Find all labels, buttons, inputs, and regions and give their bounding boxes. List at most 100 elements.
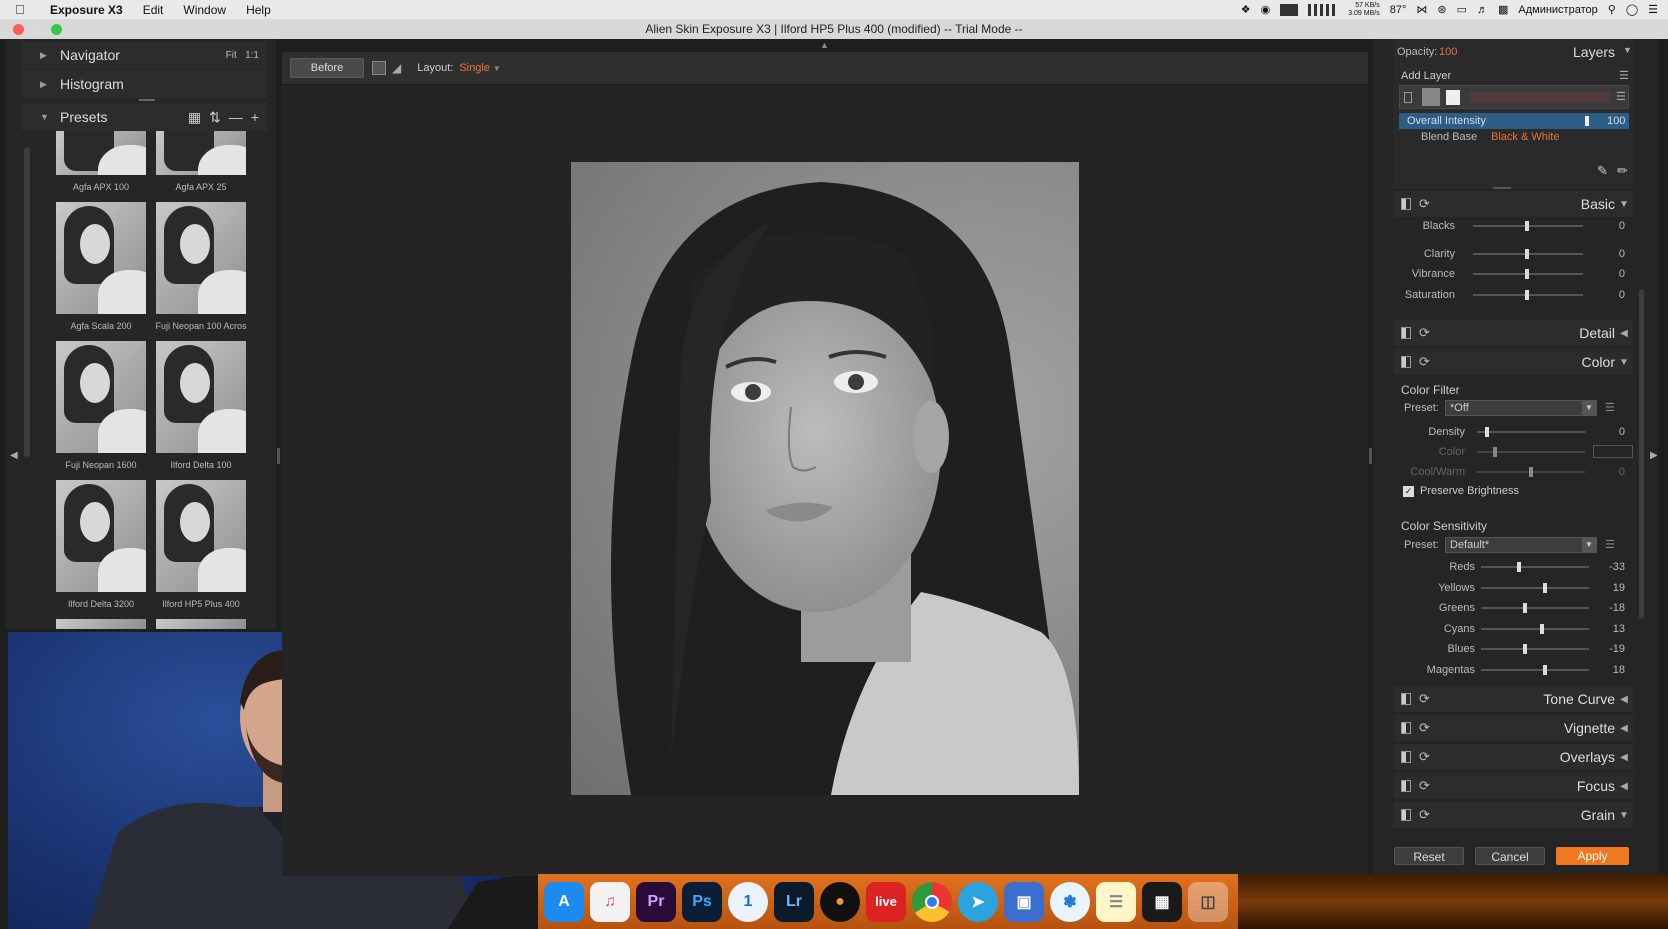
blues-slider[interactable]: Blues -19 — [1393, 640, 1633, 658]
preset-thumb-agfa-apx-100[interactable] — [56, 131, 146, 175]
chevron-left-icon[interactable]: ◀ — [1615, 694, 1633, 705]
color-sensitivity-preset-dropdown[interactable]: Default* ▼ — [1445, 537, 1597, 553]
preset-thumb-ilford-hp5-plus-400[interactable] — [156, 480, 246, 592]
fit-label[interactable]: Fit — [226, 50, 237, 61]
airplay-icon[interactable]: ▭ — [1457, 3, 1467, 16]
opacity-value[interactable]: 100 — [1439, 46, 1457, 58]
layers-label[interactable]: Layers — [1573, 44, 1615, 60]
slider-value[interactable]: -19 — [1609, 643, 1625, 655]
layer-name[interactable] — [1470, 92, 1610, 102]
density-slider[interactable]: Density 0 — [1393, 423, 1633, 441]
tone-curve-section-header[interactable]: ⟳ Tone Curve ◀ — [1393, 686, 1633, 712]
fit-zoom[interactable]: Fit 1:1 — [226, 50, 267, 61]
slider-knob[interactable] — [1523, 603, 1527, 613]
color-slider[interactable]: Color — [1393, 443, 1633, 461]
slider-knob[interactable] — [1543, 583, 1547, 593]
one-to-one-label[interactable]: 1:1 — [245, 50, 259, 61]
reset-section-icon[interactable]: ⟳ — [1419, 720, 1430, 736]
chevron-left-icon[interactable]: ◀ — [1615, 752, 1633, 763]
preset-thumb-ilford-delta-100[interactable] — [156, 341, 246, 453]
magentas-slider[interactable]: Magentas 18 — [1393, 661, 1633, 679]
slider-value[interactable]: 19 — [1613, 582, 1625, 594]
preset-thumb-partial[interactable] — [156, 619, 246, 629]
bluetooth-icon[interactable]: ⋈ — [1416, 3, 1427, 16]
slider-value[interactable]: 0 — [1619, 289, 1625, 301]
slider-knob[interactable] — [1540, 624, 1544, 634]
apply-button[interactable]: Apply — [1556, 847, 1629, 865]
reset-section-icon[interactable]: ⟳ — [1419, 354, 1430, 370]
preset-thumb-ilford-delta-3200[interactable] — [56, 480, 146, 592]
greens-slider[interactable]: Greens -18 — [1393, 599, 1633, 617]
notes-icon[interactable]: ☰ — [1096, 881, 1136, 922]
reset-section-icon[interactable]: ⟳ — [1419, 778, 1430, 794]
blacks-slider[interactable]: Blacks 0 — [1393, 217, 1633, 235]
chevron-down-icon[interactable]: ▼ — [1615, 810, 1633, 821]
color-section-header[interactable]: ⟳ Color ▼ — [1393, 349, 1633, 375]
apple-icon[interactable]:  — [0, 2, 40, 17]
grid-view-icon[interactable]: ▦ — [188, 109, 201, 126]
reds-slider[interactable]: Reds -33 — [1393, 558, 1633, 576]
preset-thumb-agfa-scala-200[interactable] — [56, 202, 146, 314]
slider-knob[interactable] — [1525, 290, 1529, 300]
slider-value[interactable]: 0 — [1619, 426, 1625, 438]
user-name[interactable]: Администратор — [1518, 4, 1597, 16]
chevron-left-icon[interactable]: ◀ — [1615, 781, 1633, 792]
siri-icon[interactable]: ◯ — [1626, 3, 1638, 16]
slider-value[interactable]: -18 — [1609, 602, 1625, 614]
reset-button[interactable]: Reset — [1394, 847, 1464, 865]
slider-value[interactable]: 0 — [1619, 268, 1625, 280]
collapse-toolbar-icon[interactable]: ▲ — [820, 40, 829, 50]
chevron-down-icon[interactable]: ▼ — [1582, 538, 1596, 552]
overlays-section-header[interactable]: ⟳ Overlays ◀ — [1393, 744, 1633, 770]
panel-divider-handle[interactable] — [139, 99, 155, 101]
reset-section-icon[interactable]: ⟳ — [1419, 325, 1430, 341]
slider-value[interactable]: 0 — [1619, 248, 1625, 260]
minimize-window-button[interactable] — [32, 24, 43, 35]
trash-icon[interactable]: ◫ — [1188, 881, 1228, 922]
toggle-section-icon[interactable] — [1401, 780, 1411, 792]
checkmark-icon[interactable]: ✓ — [1403, 485, 1414, 497]
compare-square-icon[interactable] — [372, 61, 386, 75]
collapse-all-icon[interactable]: ⇅ — [209, 109, 221, 126]
blend-base-dropdown[interactable]: Black & White — [1491, 131, 1559, 143]
left-splitter-handle[interactable] — [277, 448, 280, 464]
live-icon[interactable]: live — [866, 881, 906, 922]
brush-alt-icon[interactable]: ✏ — [1617, 163, 1628, 179]
menu-edit[interactable]: Edit — [133, 3, 174, 17]
photoshop-icon[interactable]: Ps — [682, 881, 722, 922]
preset-thumb-agfa-apx-25[interactable] — [156, 131, 246, 175]
onepassword-icon[interactable]: 1 — [728, 881, 768, 922]
presets-panel-header[interactable]: ▼ Presets ▦ ⇅ — + — [22, 103, 267, 131]
close-window-button[interactable] — [13, 24, 24, 35]
yellows-slider[interactable]: Yellows 19 — [1393, 579, 1633, 597]
clarity-slider[interactable]: Clarity 0 — [1393, 245, 1633, 263]
slider-value[interactable]: 0 — [1619, 220, 1625, 232]
wifi-icon[interactable]: ⊛ — [1437, 3, 1446, 16]
histogram-panel-header[interactable]: ▶ Histogram — [22, 70, 267, 98]
slider-knob[interactable] — [1493, 447, 1497, 457]
slider-value[interactable]: 13 — [1613, 623, 1625, 635]
main-photo-preview[interactable] — [571, 162, 1079, 795]
chevron-down-icon[interactable]: ▼ — [1582, 401, 1596, 415]
chevron-left-icon[interactable]: ◀ — [1615, 723, 1633, 734]
remove-preset-icon[interactable]: — — [229, 109, 243, 126]
color-filter-preset-dropdown[interactable]: *Off ▼ — [1445, 400, 1597, 416]
layer-menu-icon[interactable]: ☰ — [1619, 69, 1629, 82]
slider-value[interactable]: 0 — [1619, 466, 1625, 478]
slider-knob[interactable] — [1485, 427, 1489, 437]
menu-help[interactable]: Help — [236, 3, 281, 17]
toggle-section-icon[interactable] — [1401, 722, 1411, 734]
lightroom-icon[interactable]: Lr — [774, 881, 814, 922]
overall-intensity-row[interactable]: Overall Intensity 100 — [1399, 113, 1629, 129]
reset-section-icon[interactable]: ⟳ — [1419, 749, 1430, 765]
layer-row[interactable]: ☰ — [1399, 85, 1629, 109]
dropbox-icon[interactable]: ❖ — [1241, 3, 1251, 16]
chrome-icon[interactable] — [912, 881, 952, 922]
chevron-down-icon[interactable]: ▼ — [1615, 199, 1633, 210]
overall-intensity-value[interactable]: 100 — [1607, 115, 1625, 127]
slider-value[interactable]: -33 — [1609, 561, 1625, 573]
grain-section-header[interactable]: ⟳ Grain ▼ — [1393, 802, 1633, 828]
alien-skin-icon[interactable]: ● — [820, 881, 860, 922]
cyans-slider[interactable]: Cyans 13 — [1393, 620, 1633, 638]
panel-divider-handle[interactable] — [1493, 187, 1511, 189]
